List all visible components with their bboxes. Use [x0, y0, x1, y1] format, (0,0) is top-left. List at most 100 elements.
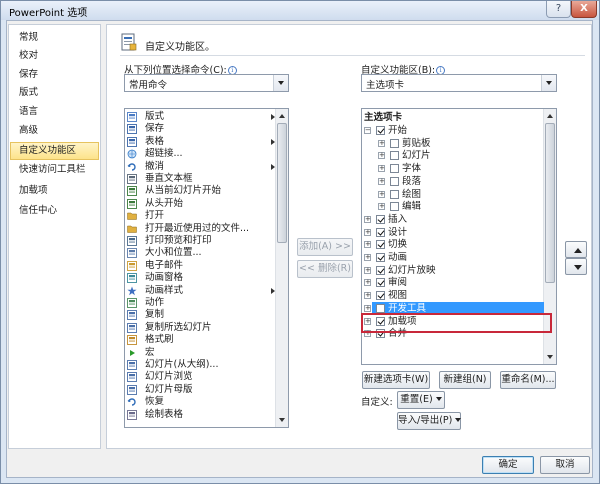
- nav-item[interactable]: 加载项: [10, 182, 99, 200]
- tab-checkbox[interactable]: [376, 303, 385, 313]
- ok-button[interactable]: 确定: [482, 456, 534, 474]
- expand-icon[interactable]: +: [364, 228, 371, 236]
- tab-checkbox[interactable]: [376, 253, 385, 262]
- tree-item[interactable]: + 动画: [362, 251, 544, 264]
- nav-item[interactable]: 快速访问工具栏: [10, 161, 99, 179]
- tree-item[interactable]: + 插入: [362, 213, 544, 226]
- choose-commands-combo[interactable]: 常用命令: [124, 74, 289, 92]
- reset-dropdown-button[interactable]: 重置(E): [397, 391, 445, 409]
- scroll-up-icon[interactable]: [544, 110, 556, 122]
- scroll-thumb[interactable]: [545, 123, 555, 283]
- move-up-button[interactable]: [565, 241, 587, 258]
- expand-icon[interactable]: +: [378, 165, 385, 173]
- tree-item[interactable]: + 段落: [362, 175, 544, 188]
- import-export-dropdown-button[interactable]: 导入/导出(P): [397, 412, 462, 430]
- list-item[interactable]: 宏: [127, 347, 277, 359]
- tree-item[interactable]: + 绘图: [362, 188, 544, 201]
- list-item[interactable]: 恢复: [127, 396, 277, 408]
- list-item[interactable]: 从当前幻灯片开始: [127, 185, 277, 197]
- remove-button[interactable]: << 删除(R): [297, 260, 353, 278]
- tree-item[interactable]: + 幻灯片放映: [362, 264, 544, 277]
- tree-item[interactable]: + 字体: [362, 162, 544, 175]
- tab-checkbox[interactable]: [376, 126, 385, 135]
- tab-checkbox[interactable]: [376, 265, 385, 275]
- scroll-up-icon[interactable]: [276, 110, 288, 122]
- list-item[interactable]: 打开: [127, 210, 277, 222]
- new-tab-button[interactable]: 新建选项卡(W): [362, 371, 430, 389]
- nav-item[interactable]: 校对: [10, 47, 99, 65]
- tab-checkbox[interactable]: [376, 291, 385, 301]
- tree-item[interactable]: + 剪贴板: [362, 137, 544, 150]
- list-item[interactable]: 幻灯片(从大纲)...: [127, 359, 277, 371]
- nav-item[interactable]: 高级: [10, 122, 99, 140]
- scroll-thumb[interactable]: [277, 123, 287, 243]
- list-item[interactable]: 从头开始: [127, 198, 277, 210]
- list-item[interactable]: 垂直文本框: [127, 173, 277, 185]
- tab-checkbox[interactable]: [390, 138, 399, 148]
- list-item[interactable]: 复制所选幻灯片: [127, 322, 277, 334]
- tab-checkbox[interactable]: [376, 278, 385, 288]
- title-bar[interactable]: PowerPoint 选项 ? X: [1, 1, 599, 20]
- expand-icon[interactable]: +: [378, 190, 385, 198]
- expand-icon[interactable]: +: [364, 215, 371, 223]
- expand-icon[interactable]: +: [364, 254, 371, 261]
- expand-icon[interactable]: +: [378, 139, 385, 147]
- help-button[interactable]: ?: [546, 1, 571, 18]
- list-item[interactable]: 打印预览和打印: [127, 235, 277, 247]
- chevron-down-icon[interactable]: [541, 75, 556, 91]
- expand-icon[interactable]: +: [364, 292, 371, 300]
- list-item[interactable]: 表格: [127, 136, 277, 148]
- list-item[interactable]: 撤消: [127, 161, 277, 173]
- list-item[interactable]: 动画窗格: [127, 272, 277, 284]
- nav-item[interactable]: 版式: [10, 84, 99, 102]
- new-group-button[interactable]: 新建组(N): [439, 371, 491, 389]
- list-item[interactable]: 超链接...: [127, 148, 277, 160]
- tab-checkbox[interactable]: [390, 202, 399, 212]
- scroll-down-icon[interactable]: [276, 414, 288, 426]
- tree-item[interactable]: + 视图: [362, 289, 544, 302]
- scroll-down-icon[interactable]: [544, 351, 556, 363]
- tree-item[interactable]: + 审阅: [362, 276, 544, 289]
- expand-icon[interactable]: +: [378, 177, 385, 185]
- commands-list[interactable]: 版式 保存 表格 超链接... 撤消 垂直文本框 从当前幻灯片开始 从头开始 打开 打开最近使用过…: [124, 108, 289, 428]
- list-item[interactable]: 大小和位置...: [127, 247, 277, 259]
- tab-checkbox[interactable]: [376, 240, 385, 250]
- tab-checkbox[interactable]: [376, 227, 385, 237]
- nav-item[interactable]: 信任中心: [10, 202, 99, 220]
- list-item[interactable]: 格式刷: [127, 334, 277, 346]
- customize-ribbon-combo[interactable]: 主选项卡: [361, 74, 557, 92]
- expand-icon[interactable]: +: [364, 266, 371, 274]
- expand-icon[interactable]: +: [378, 152, 385, 160]
- list-item[interactable]: 动作: [127, 297, 277, 309]
- chevron-down-icon[interactable]: [273, 75, 288, 91]
- move-down-button[interactable]: [565, 258, 587, 275]
- tree-item[interactable]: + 切换: [362, 238, 544, 251]
- expand-icon[interactable]: +: [364, 279, 371, 287]
- nav-item[interactable]: 常规: [10, 29, 99, 47]
- list-item[interactable]: 版式: [127, 111, 277, 123]
- list-item[interactable]: 绘制表格: [127, 409, 277, 421]
- tree-item[interactable]: − 开始: [362, 124, 544, 137]
- nav-item[interactable]: 保存: [10, 66, 99, 84]
- rename-button[interactable]: 重命名(M)...: [500, 371, 556, 389]
- list-item[interactable]: 幻灯片母版: [127, 384, 277, 396]
- tree-item[interactable]: + 编辑: [362, 200, 544, 213]
- list-item[interactable]: 打开最近使用过的文件...: [127, 223, 277, 235]
- add-button[interactable]: 添加(A) >>: [297, 238, 353, 256]
- tab-checkbox[interactable]: [376, 214, 385, 224]
- close-button[interactable]: X: [571, 1, 597, 18]
- tree-item[interactable]: + 设计: [362, 226, 544, 239]
- list-item[interactable]: 保存: [127, 123, 277, 135]
- expand-icon[interactable]: +: [364, 241, 371, 249]
- list-item[interactable]: 复制: [127, 309, 277, 321]
- tab-checkbox[interactable]: [390, 189, 399, 199]
- list-item[interactable]: 幻灯片浏览: [127, 371, 277, 383]
- tab-checkbox[interactable]: [390, 164, 399, 174]
- list-item[interactable]: 动画样式: [127, 285, 277, 297]
- nav-item[interactable]: 语言: [10, 103, 99, 121]
- nav-item[interactable]: 自定义功能区: [10, 142, 99, 160]
- expand-icon[interactable]: +: [364, 304, 371, 312]
- tree-item[interactable]: + 幻灯片: [362, 149, 544, 162]
- expand-icon[interactable]: +: [378, 203, 385, 211]
- list-item[interactable]: 电子邮件: [127, 260, 277, 272]
